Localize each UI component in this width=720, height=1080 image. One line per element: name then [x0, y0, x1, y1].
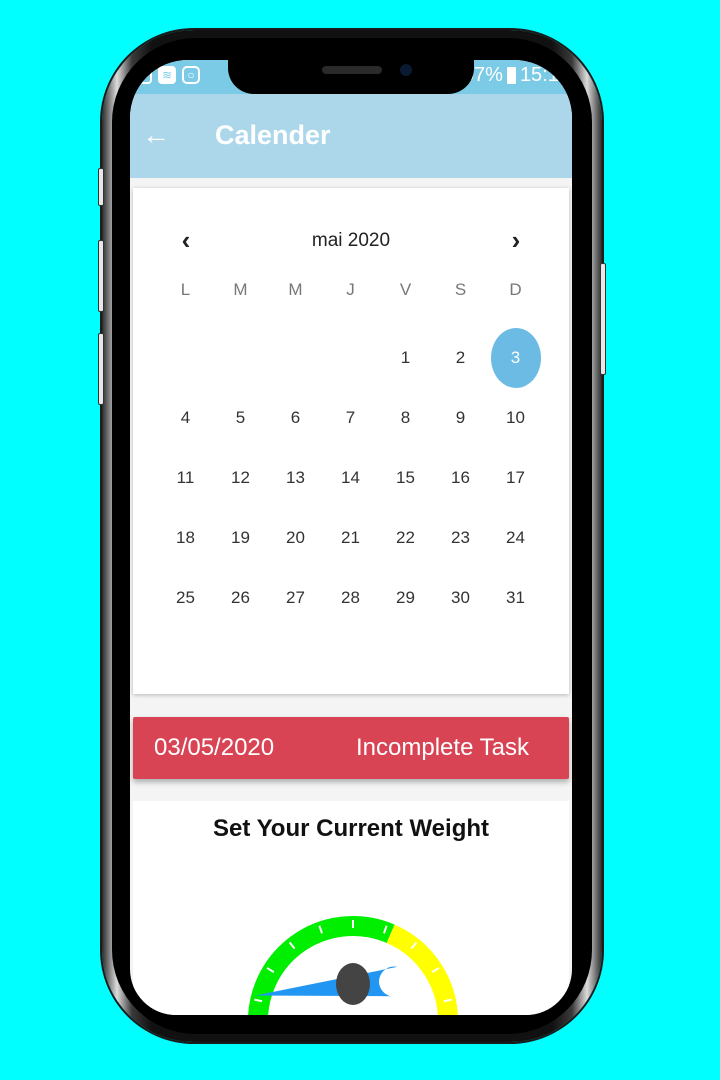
calendar-day[interactable]: 6	[268, 388, 323, 448]
weekday-label: D	[509, 280, 522, 299]
weekday-label: L	[180, 280, 191, 299]
calendar-day[interactable]: 7	[323, 388, 378, 448]
weight-title: Set Your Current Weight	[212, 815, 490, 842]
chevron-right-icon[interactable]: ›	[501, 226, 531, 256]
calendar-card: ‹ mai 2020 › L M M J V S D 1 2 3 4 5 6 7 8 9 10 11…	[133, 188, 569, 694]
calendar-day[interactable]: 29	[378, 568, 433, 628]
task-date: 03/05/2020	[154, 734, 275, 761]
calendar-empty-cell	[158, 328, 213, 388]
arrow-left-icon[interactable]: ←	[142, 121, 170, 149]
task-status-bar[interactable]: 03/05/2020 Incomplete Task	[133, 717, 569, 779]
weekday-header: L M M J V S D	[158, 270, 543, 310]
calendar-day[interactable]: 8	[378, 388, 433, 448]
weight-gauge[interactable]	[233, 856, 473, 1015]
calendar-day[interactable]: 22	[378, 508, 433, 568]
weekday-label: M	[288, 280, 303, 299]
calendar-day[interactable]: 10	[488, 388, 543, 448]
calendar-day[interactable]: 11	[158, 448, 213, 508]
weight-card: Set Your Current Weight	[133, 801, 569, 1015]
gallery-icon	[134, 66, 152, 84]
volume-down-button	[98, 333, 104, 405]
calendar-day[interactable]: 4	[158, 388, 213, 448]
calendar-day[interactable]: 25	[158, 568, 213, 628]
calendar-week-row: 4 5 6 7 8 9 10	[158, 388, 543, 448]
calendar-header: ‹ mai 2020 ›	[133, 226, 569, 256]
gauge-zone-mid	[386, 924, 458, 1015]
calendar-day[interactable]: 30	[433, 568, 488, 628]
calendar-day[interactable]: 20	[268, 508, 323, 568]
selected-day[interactable]: 3	[490, 328, 541, 388]
calendar-empty-cell	[323, 328, 378, 388]
calendar-week-row: 18 19 20 21 22 23 24	[158, 508, 543, 568]
weekday-label: J	[346, 280, 355, 299]
front-camera	[400, 64, 412, 76]
calendar-grid: L M M J V S D 1 2 3 4 5 6 7 8 9 10 11 12 13 14 15 16 17 1…	[158, 280, 543, 628]
battery-icon	[506, 67, 516, 84]
calendar-day[interactable]: 5	[213, 388, 268, 448]
calendar-empty-cell	[268, 328, 323, 388]
calendar-day[interactable]: 19	[213, 508, 268, 568]
calendar-week-row: 25 26 27 28 29 30 31	[158, 568, 543, 628]
calendar-day[interactable]: 2	[433, 328, 488, 388]
calendar-day[interactable]: 3	[488, 328, 543, 388]
calendar-day[interactable]: 26	[213, 568, 268, 628]
calendar-day[interactable]: 16	[433, 448, 488, 508]
app-bar: ← Calender	[130, 94, 572, 178]
calendar-day[interactable]: 15	[378, 448, 433, 508]
page-title: Calender	[215, 120, 331, 150]
calendar-day[interactable]: 1	[378, 328, 433, 388]
task-status: Incomplete Task	[356, 734, 529, 761]
power-button	[600, 263, 606, 375]
gauge-zone-low	[248, 916, 395, 1015]
screen: ≋ ○ 57% 15:17 ← Calender ‹ mai 2020 › L …	[130, 60, 572, 1015]
calendar-day[interactable]: 17	[488, 448, 543, 508]
weekday-label: S	[454, 280, 467, 299]
calendar-day[interactable]: 12	[213, 448, 268, 508]
notch	[228, 58, 474, 94]
calendar-day[interactable]: 14	[323, 448, 378, 508]
calendar-day[interactable]: 9	[433, 388, 488, 448]
calendar-week-row: 123	[158, 328, 543, 388]
clock: 15:17	[519, 64, 570, 86]
calendar-day[interactable]: 18	[158, 508, 213, 568]
calendar-day[interactable]: 28	[323, 568, 378, 628]
calendar-week-row: 11 12 13 14 15 16 17	[158, 448, 543, 508]
calendar-day[interactable]: 24	[488, 508, 543, 568]
instagram-icon: ○	[182, 66, 200, 84]
weekday-label: M	[233, 280, 248, 299]
calendar-empty-cell	[213, 328, 268, 388]
silent-switch	[98, 168, 104, 206]
calendar-day[interactable]: 13	[268, 448, 323, 508]
calendar-day[interactable]: 23	[433, 508, 488, 568]
weekday-label: V	[399, 280, 412, 299]
gauge-hub	[336, 963, 370, 1005]
calendar-day[interactable]: 21	[323, 508, 378, 568]
calendar-day[interactable]: 27	[268, 568, 323, 628]
wifi-icon: ≋	[158, 66, 176, 84]
calendar-day[interactable]: 31	[488, 568, 543, 628]
volume-up-button	[98, 240, 104, 312]
speaker-grille	[322, 66, 382, 74]
